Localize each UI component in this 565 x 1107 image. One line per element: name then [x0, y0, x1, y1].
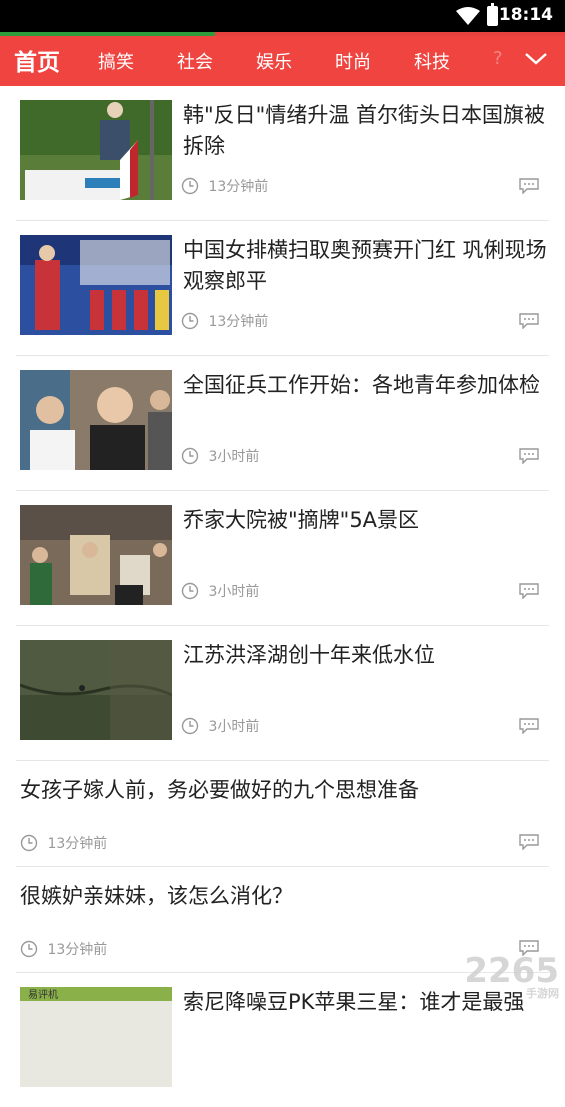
news-time: 13分钟前 — [47, 836, 108, 852]
tab-fashion[interactable]: 时尚 — [335, 48, 371, 74]
clock-icon — [20, 834, 38, 852]
news-title: 全国征兵工作开始：各地青年参加体检 — [183, 373, 540, 397]
news-thumbnail — [20, 370, 172, 470]
news-item[interactable]: 乔家大院被"摘牌"5A景区 3小时前 — [16, 491, 549, 626]
news-thumbnail — [20, 235, 172, 335]
clock-icon — [181, 312, 199, 330]
news-meta: 13分钟前 — [20, 939, 108, 958]
comment-icon[interactable] — [519, 178, 539, 194]
tab-home[interactable]: 首页 — [14, 43, 60, 77]
tab-society[interactable]: 社会 — [177, 48, 213, 74]
news-meta: 13分钟前 — [20, 833, 108, 852]
news-meta: 3小时前 — [181, 446, 260, 465]
clock-icon — [181, 177, 199, 195]
news-thumbnail — [20, 640, 172, 740]
tab-funny[interactable]: 搞笑 — [98, 48, 134, 74]
clock-icon — [181, 447, 199, 465]
news-item[interactable]: 韩"反日"情绪升温 首尔街头日本国旗被拆除 13分钟前 — [16, 86, 549, 221]
battery-icon — [487, 3, 498, 26]
tab-tech[interactable]: 科技 — [414, 48, 450, 74]
news-meta: 3小时前 — [181, 716, 260, 735]
category-nav: 首页 搞笑 社会 娱乐 时尚 科技 ? — [0, 36, 565, 86]
comment-icon[interactable] — [519, 313, 539, 329]
news-title: 韩"反日"情绪升温 首尔街头日本国旗被拆除 — [183, 103, 545, 158]
news-meta: 13分钟前 — [181, 176, 269, 195]
news-item[interactable]: 女孩子嫁人前，务必要做好的九个思想准备 13分钟前 — [16, 761, 549, 867]
news-thumbnail: 易评机 — [20, 987, 172, 1087]
news-time: 3小时前 — [208, 719, 260, 735]
news-meta: 13分钟前 — [181, 311, 269, 330]
news-item[interactable]: 中国女排横扫取奥预赛开门红 巩俐现场观察郎平 13分钟前 — [16, 221, 549, 356]
wifi-icon — [456, 7, 480, 25]
status-bar: 18:14 — [0, 0, 565, 32]
news-time: 3小时前 — [208, 449, 260, 465]
news-time: 3小时前 — [208, 584, 260, 600]
news-time: 13分钟前 — [208, 179, 269, 195]
svg-text:易评机: 易评机 — [28, 988, 58, 1001]
news-thumbnail — [20, 100, 172, 200]
news-title: 中国女排横扫取奥预赛开门红 巩俐现场观察郎平 — [183, 238, 547, 293]
news-meta: 3小时前 — [181, 581, 260, 600]
news-time: 13分钟前 — [47, 942, 108, 958]
news-time: 13分钟前 — [208, 314, 269, 330]
watermark-logo: 2265 手游网 — [464, 951, 559, 1001]
tab-entertainment[interactable]: 娱乐 — [256, 48, 292, 74]
comment-icon[interactable] — [519, 448, 539, 464]
status-time: 18:14 — [498, 5, 553, 25]
news-thumbnail — [20, 505, 172, 605]
news-item[interactable]: 江苏洪泽湖创十年来低水位 3小时前 — [16, 626, 549, 761]
expand-categories-button[interactable] — [507, 36, 565, 86]
news-title: 江苏洪泽湖创十年来低水位 — [183, 643, 435, 667]
news-item[interactable]: 全国征兵工作开始：各地青年参加体检 3小时前 — [16, 356, 549, 491]
news-title: 很嫉妒亲妹妹，该怎么消化？ — [20, 884, 293, 908]
news-title: 乔家大院被"摘牌"5A景区 — [183, 508, 420, 532]
chevron-down-icon — [525, 53, 547, 65]
clock-icon — [181, 717, 199, 735]
clock-icon — [181, 582, 199, 600]
news-title: 女孩子嫁人前，务必要做好的九个思想准备 — [20, 778, 419, 802]
comment-icon[interactable] — [519, 718, 539, 734]
clock-icon — [20, 940, 38, 958]
comment-icon[interactable] — [519, 834, 539, 850]
tab-partial[interactable]: ? — [493, 48, 503, 69]
comment-icon[interactable] — [519, 583, 539, 599]
